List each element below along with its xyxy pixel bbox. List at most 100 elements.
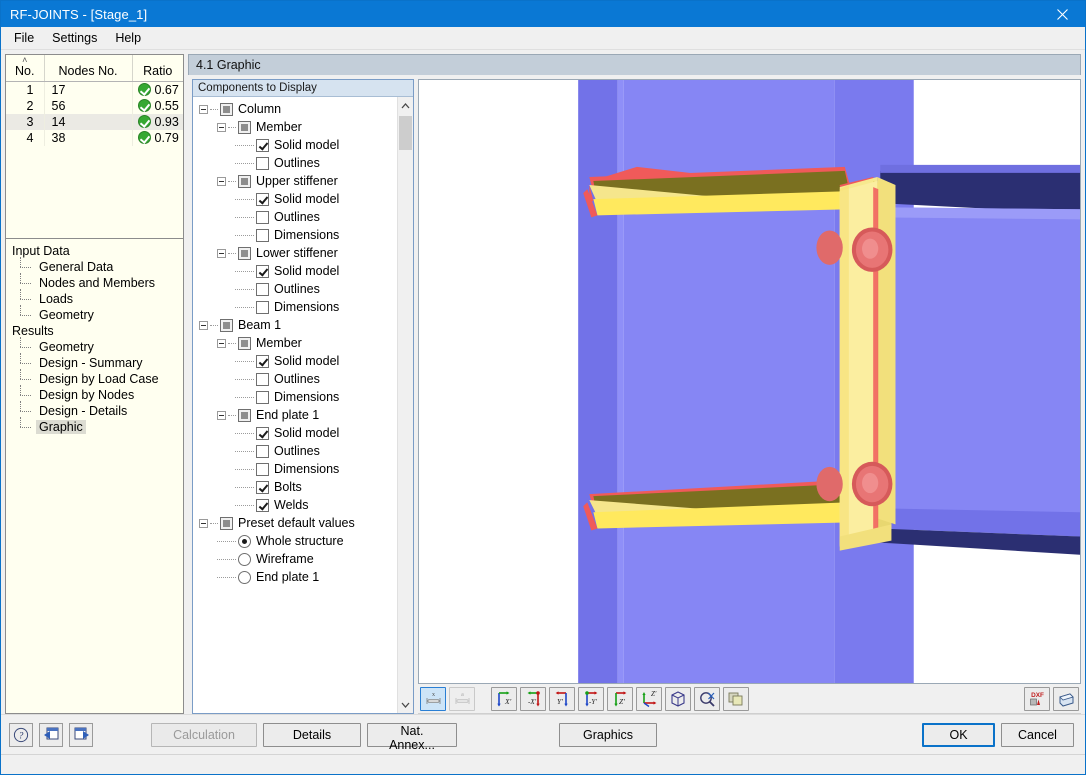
table-row[interactable]: 1 17 0.67 xyxy=(6,81,183,98)
checkbox-dimensions[interactable] xyxy=(256,390,269,404)
checkbox-outlines[interactable] xyxy=(256,372,269,386)
scroll-down-icon[interactable] xyxy=(398,696,413,713)
tree-node-upper-stiffener[interactable]: Upper stiffener xyxy=(197,172,397,190)
table-row[interactable]: 3 14 0.93 xyxy=(6,113,183,130)
view-minus-x-button[interactable]: -X' xyxy=(520,686,546,711)
dimension-x-button[interactable]: x xyxy=(420,686,446,711)
previous-icon[interactable] xyxy=(39,722,63,747)
expander-collapse-icon[interactable] xyxy=(199,518,208,528)
navigator-item-graphic[interactable]: Graphic xyxy=(18,417,183,435)
radio-end-plate-1[interactable] xyxy=(238,570,251,584)
checkbox-column[interactable] xyxy=(220,102,233,116)
dimension-a-button[interactable]: a xyxy=(449,686,475,711)
expander-collapse-icon[interactable] xyxy=(217,248,226,258)
checkbox-member[interactable] xyxy=(238,336,251,350)
scroll-up-icon[interactable] xyxy=(398,97,413,114)
column-header-nodes-no[interactable]: Nodes No. xyxy=(44,55,133,82)
checkbox-solid-model[interactable] xyxy=(256,354,269,368)
table-row[interactable]: 4 38 0.79 xyxy=(6,129,183,146)
navigator-item-design-by-load-case[interactable]: Design by Load Case xyxy=(18,369,183,387)
checkbox-preset-default-values[interactable] xyxy=(220,516,233,530)
tree-node-dimensions[interactable]: Dimensions xyxy=(197,460,397,478)
radio-wireframe[interactable] xyxy=(238,552,251,566)
checkbox-solid-model[interactable] xyxy=(256,138,269,152)
expander-collapse-icon[interactable] xyxy=(217,176,226,186)
navigator-item-design-details[interactable]: Design - Details xyxy=(18,401,183,419)
tree-node-whole-structure[interactable]: Whole structure xyxy=(197,532,397,550)
checkbox-dimensions[interactable] xyxy=(256,462,269,476)
tree-node-solid-model[interactable]: Solid model xyxy=(197,136,397,154)
checkbox-solid-model[interactable] xyxy=(256,426,269,440)
expander-collapse-icon[interactable] xyxy=(217,410,226,420)
isometric-view-button[interactable] xyxy=(665,686,691,711)
tree-node-solid-model[interactable]: Solid model xyxy=(197,190,397,208)
view-x-button[interactable]: X' xyxy=(491,686,517,711)
tree-node-outlines[interactable]: Outlines xyxy=(197,370,397,388)
tree-node-welds[interactable]: Welds xyxy=(197,496,397,514)
tree-node-end-plate-1[interactable]: End plate 1 xyxy=(197,406,397,424)
checkbox-bolts[interactable] xyxy=(256,480,269,494)
zoom-all-button[interactable] xyxy=(694,686,720,711)
checkbox-dimensions[interactable] xyxy=(256,300,269,314)
navigator-item-geometry[interactable]: Geometry xyxy=(18,337,183,355)
menu-item-file[interactable]: File xyxy=(5,28,43,48)
checkbox-upper-stiffener[interactable] xyxy=(238,174,251,188)
tree-node-member[interactable]: Member xyxy=(197,334,397,352)
next-icon[interactable] xyxy=(69,722,93,747)
view-z-button[interactable]: Z' xyxy=(607,686,633,711)
tree-node-column[interactable]: Column xyxy=(197,100,397,118)
checkbox-outlines[interactable] xyxy=(256,282,269,296)
tree-node-outlines[interactable]: Outlines xyxy=(197,154,397,172)
tree-node-outlines[interactable]: Outlines xyxy=(197,208,397,226)
column-header-ratio[interactable]: Ratio xyxy=(132,55,183,82)
navigator-item-loads[interactable]: Loads xyxy=(18,289,183,307)
graphics-button[interactable]: Graphics xyxy=(559,722,657,747)
expander-collapse-icon[interactable] xyxy=(217,122,226,132)
navigator-item-geometry[interactable]: Geometry xyxy=(18,305,183,323)
tree-node-dimensions[interactable]: Dimensions xyxy=(197,298,397,316)
tree-node-solid-model[interactable]: Solid model xyxy=(197,352,397,370)
ok-button[interactable]: OK xyxy=(922,722,995,747)
checkbox-beam-1[interactable] xyxy=(220,318,233,332)
navigator-item-design-summary[interactable]: Design - Summary xyxy=(18,353,183,371)
navigator-item-nodes-and-members[interactable]: Nodes and Members xyxy=(18,273,183,291)
checkbox-solid-model[interactable] xyxy=(256,192,269,206)
print-button[interactable] xyxy=(1053,686,1079,711)
tree-node-outlines[interactable]: Outlines xyxy=(197,280,397,298)
radio-whole-structure[interactable] xyxy=(238,534,251,548)
scrollbar-track[interactable] xyxy=(398,114,413,696)
checkbox-dimensions[interactable] xyxy=(256,228,269,242)
scrollbar-thumb[interactable] xyxy=(399,116,412,150)
tree-node-solid-model[interactable]: Solid model xyxy=(197,262,397,280)
tree-node-lower-stiffener[interactable]: Lower stiffener xyxy=(197,244,397,262)
table-row[interactable]: 2 56 0.55 xyxy=(6,97,183,114)
checkbox-welds[interactable] xyxy=(256,498,269,512)
tree-node-end-plate-1[interactable]: End plate 1 xyxy=(197,568,397,586)
tree-node-outlines[interactable]: Outlines xyxy=(197,442,397,460)
tree-node-beam-1[interactable]: Beam 1 xyxy=(197,316,397,334)
tree-node-wireframe[interactable]: Wireframe xyxy=(197,550,397,568)
checkbox-end-plate-1[interactable] xyxy=(238,408,251,422)
checkbox-outlines[interactable] xyxy=(256,210,269,224)
view-axonometric-button[interactable]: Z' xyxy=(636,686,662,711)
menu-item-help[interactable]: Help xyxy=(106,28,150,48)
view-y-button[interactable]: Y' xyxy=(549,686,575,711)
navigator-item-general-data[interactable]: General Data xyxy=(18,257,183,275)
navigator-item-design-by-nodes[interactable]: Design by Nodes xyxy=(18,385,183,403)
checkbox-solid-model[interactable] xyxy=(256,264,269,278)
checkbox-lower-stiffener[interactable] xyxy=(238,246,251,260)
expander-collapse-icon[interactable] xyxy=(199,320,208,330)
tree-node-dimensions[interactable]: Dimensions xyxy=(197,388,397,406)
cancel-button[interactable]: Cancel xyxy=(1001,722,1074,747)
close-icon[interactable] xyxy=(1040,1,1085,27)
view-minus-y-button[interactable]: -Y' xyxy=(578,686,604,711)
calculation-button[interactable]: Calculation xyxy=(151,722,257,747)
render-mode-button[interactable] xyxy=(723,686,749,711)
dxf-export-button[interactable]: DXF xyxy=(1024,686,1050,711)
tree-vertical-scrollbar[interactable] xyxy=(397,97,413,713)
tree-node-solid-model[interactable]: Solid model xyxy=(197,424,397,442)
column-header-no[interactable]: ˄ No. xyxy=(6,55,45,82)
joint-3d-viewport[interactable] xyxy=(418,79,1081,684)
help-icon[interactable]: ? xyxy=(9,722,33,747)
tree-node-member[interactable]: Member xyxy=(197,118,397,136)
